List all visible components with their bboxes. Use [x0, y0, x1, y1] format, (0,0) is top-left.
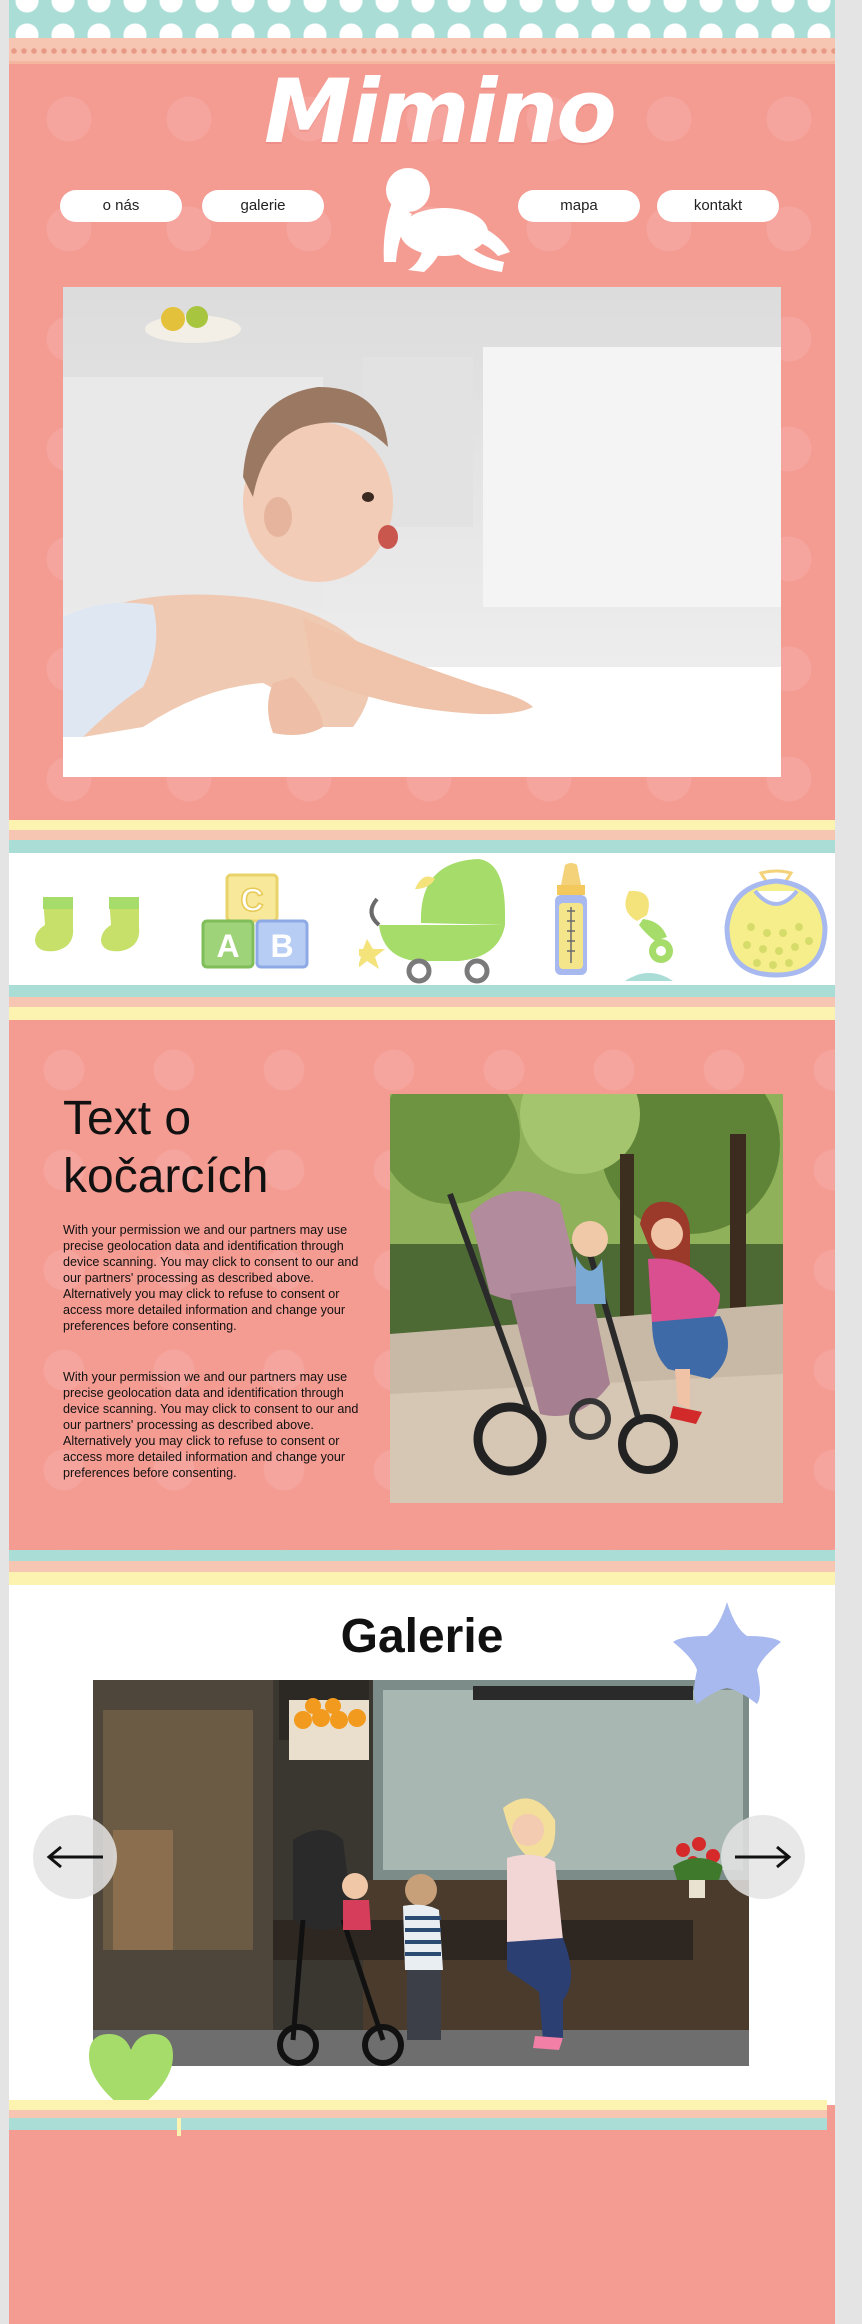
arrow-left-icon [46, 1845, 103, 1869]
stripe-mint [9, 1550, 835, 1561]
page: Mimino o nás galerie mapa kontakt C A B … [9, 0, 835, 2324]
stripe-mint [9, 840, 835, 853]
stripe-yellow [9, 1572, 835, 1585]
star-decoration [673, 1602, 781, 1704]
baby-icons-band: C A B [9, 853, 835, 985]
bib-icon [724, 869, 828, 978]
crawling-baby-icon [383, 168, 510, 272]
hero-baby-photo [63, 287, 781, 777]
abc-blocks-icon: C A B [201, 873, 309, 969]
pacifier-icon [625, 890, 673, 981]
stripe-peach [9, 830, 835, 840]
nav-contact-button[interactable]: kontakt [657, 190, 779, 222]
stroller-paragraph: With your permission we and our partners… [63, 1223, 359, 1333]
nav-map-button[interactable]: mapa [518, 190, 640, 222]
ribbon-dots [9, 46, 835, 56]
stroller-paragraph: With your permission we and our partners… [63, 1370, 359, 1480]
site-logo[interactable]: Mimino [264, 62, 617, 172]
svg-text:C: C [240, 882, 263, 918]
stripe-mint [9, 2118, 827, 2130]
arrow-right-icon [735, 1845, 792, 1869]
stripe-yellow [9, 1007, 835, 1020]
stripe-peach [9, 997, 835, 1007]
gallery-next-button[interactable] [721, 1815, 805, 1899]
stripe-peach [9, 2110, 827, 2118]
svg-text:A: A [216, 928, 239, 964]
nav-gallery-button[interactable]: galerie [202, 190, 324, 222]
nav-about-button[interactable]: o nás [60, 190, 182, 222]
polka-dot-border [9, 0, 835, 40]
baby-bottle-icon [555, 863, 587, 975]
ribbon-tail [177, 2118, 181, 2136]
stroller-photo [390, 1094, 783, 1503]
stripe-peach [9, 1561, 835, 1572]
stripe-mint [9, 985, 835, 997]
gallery-photo[interactable] [93, 1680, 749, 2066]
stripe-yellow [9, 820, 835, 830]
gallery-prev-button[interactable] [33, 1815, 117, 1899]
socks-icon [35, 897, 140, 952]
stroller-icon [359, 859, 505, 984]
svg-text:B: B [270, 928, 293, 964]
stroller-section-title: Text o kočarcích [63, 1092, 269, 1203]
stripe-yellow [9, 2100, 827, 2110]
